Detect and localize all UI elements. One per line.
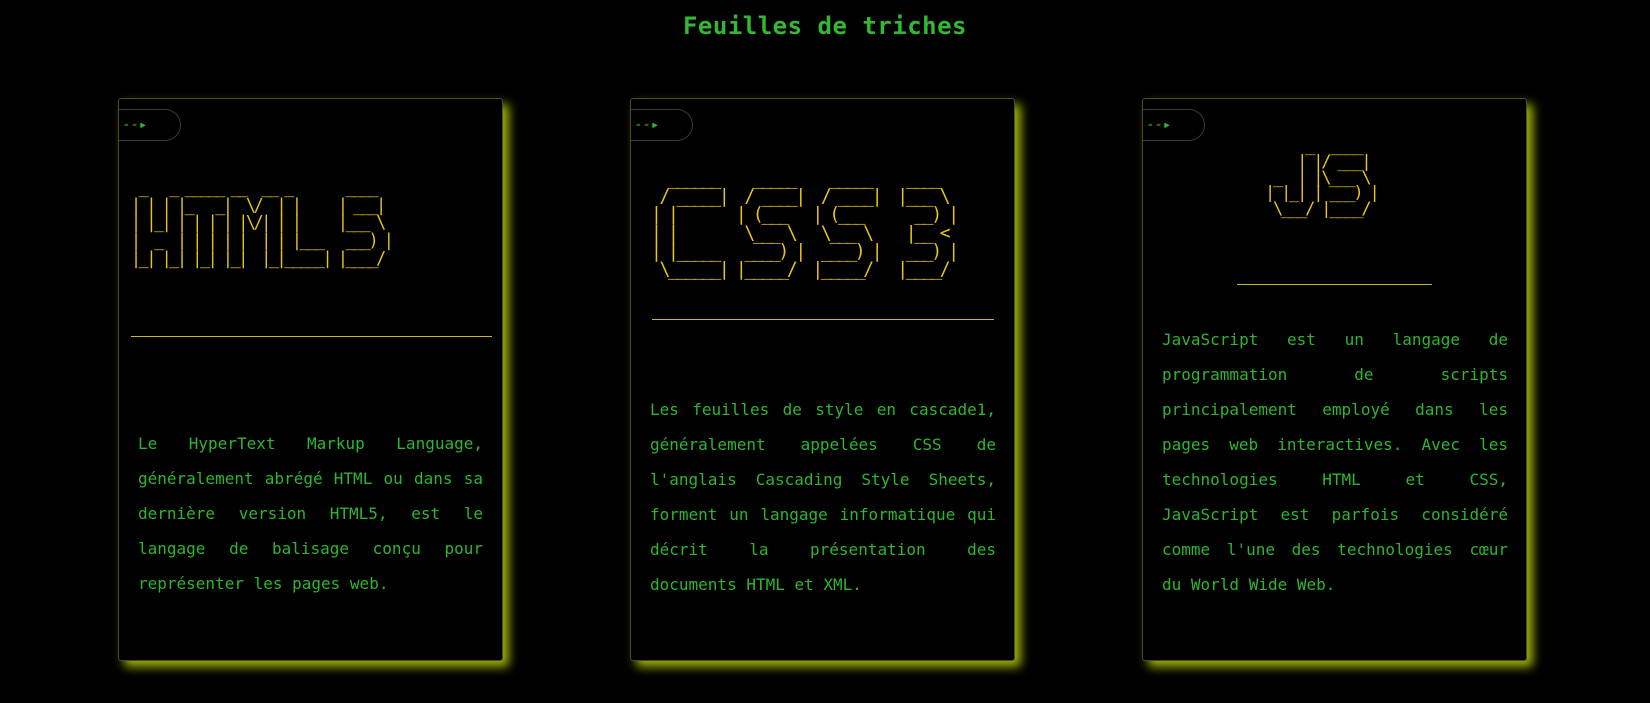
card-description: Les feuilles de style en cascade1, génér…	[650, 400, 996, 594]
card-description: JavaScript est un langage de programmati…	[1162, 330, 1508, 594]
card-css3: --▸ ______ _____ _____ ____ / _____| / _…	[630, 98, 1015, 661]
ascii-title-js: _ ____ | |/ ___| _ | |\___ \ | |_| | ___…	[1265, 136, 1380, 220]
card-description: Le HyperText Markup Language, généraleme…	[138, 434, 483, 593]
card-js: --▸ _ ____ | |/ ___| _ | |\___ \ | |_| |…	[1142, 98, 1527, 661]
divider	[652, 319, 994, 320]
divider	[131, 336, 492, 337]
expand-toggle-button[interactable]: --▸	[119, 109, 181, 141]
page-title: Feuilles de triches	[682, 12, 968, 40]
divider	[1237, 284, 1432, 285]
card-html5: --▸ _ _ _____ __ __ _ ____ | | | |_ _| \…	[118, 98, 503, 661]
expand-toggle-button[interactable]: --▸	[1143, 109, 1205, 141]
expand-toggle-button[interactable]: --▸	[631, 109, 693, 141]
ascii-title-html5: _ _ _____ __ __ _ ____ | | | |_ _| \/ | …	[131, 177, 394, 269]
ascii-title-css3: ______ _____ _____ ____ / _____| / ____|…	[651, 167, 959, 281]
